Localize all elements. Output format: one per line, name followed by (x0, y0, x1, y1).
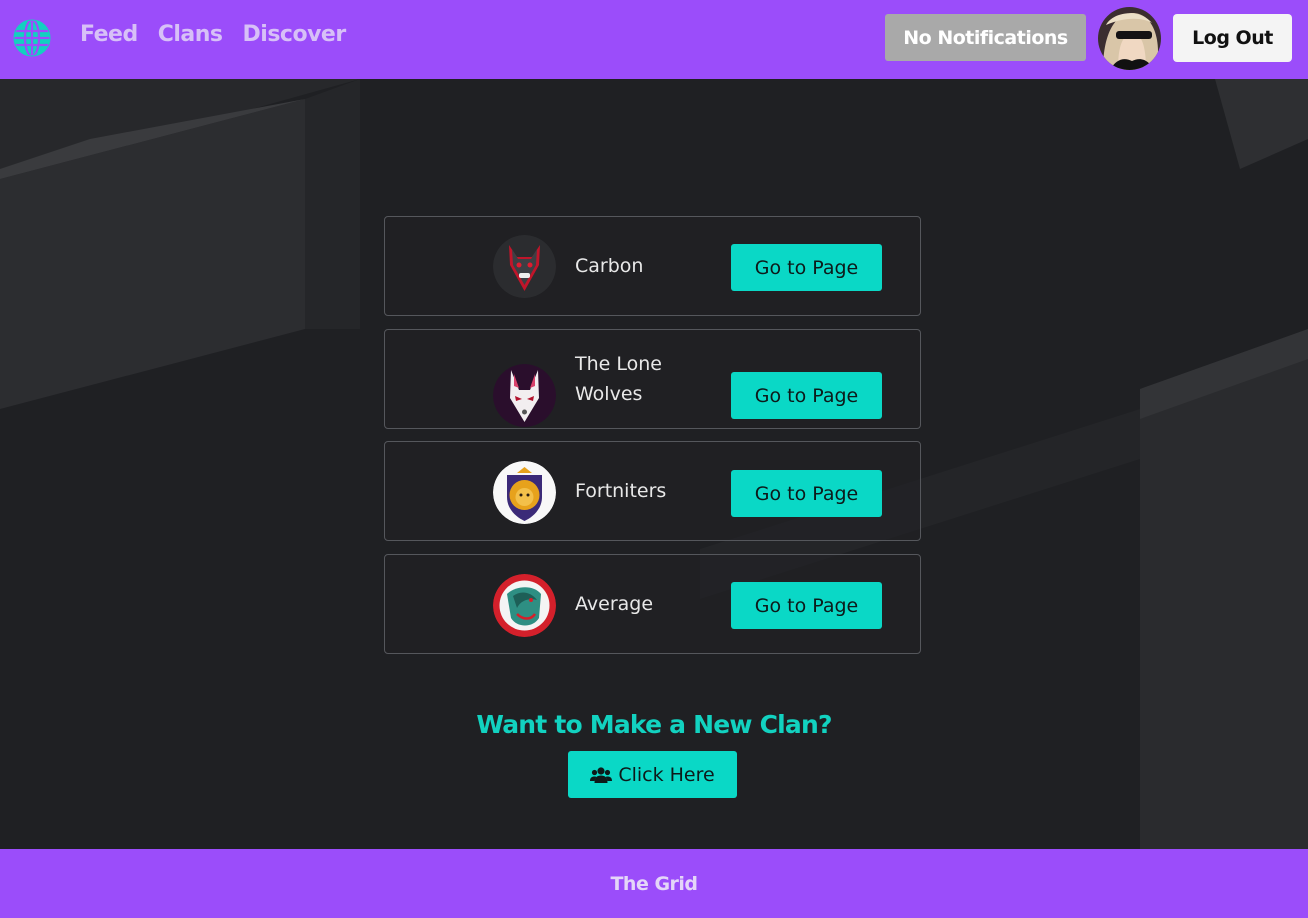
footer: The Grid (0, 849, 1308, 918)
nav-link-discover[interactable]: Discover (243, 22, 347, 47)
users-icon (590, 766, 613, 783)
clan-name: Fortniters (575, 480, 667, 502)
notifications-button[interactable]: No Notifications (885, 14, 1086, 61)
clan-name: The Lone Wolves (575, 353, 662, 405)
new-clan-heading: Want to Make a New Clan? (476, 710, 832, 739)
lion-emblem-icon (493, 461, 556, 524)
clan-card-average: Average Go to Page (384, 554, 921, 654)
dragon-emblem-icon (493, 574, 556, 637)
clan-card-carbon: Carbon Go to Page (384, 216, 921, 316)
logout-button[interactable]: Log Out (1173, 14, 1292, 62)
go-to-page-button[interactable]: Go to Page (731, 244, 882, 291)
nav-link-clans[interactable]: Clans (158, 22, 223, 47)
user-avatar-image (1098, 7, 1161, 70)
create-clan-button-label: Click Here (618, 763, 715, 786)
nav-links: Feed Clans Discover (80, 22, 346, 47)
create-clan-button[interactable]: Click Here (568, 751, 737, 798)
clan-name: Carbon (575, 255, 644, 277)
globe-logo-icon[interactable] (13, 19, 51, 57)
go-to-page-button[interactable]: Go to Page (731, 470, 882, 517)
wolf-emblem-icon (493, 235, 556, 298)
footer-brand: The Grid (610, 872, 698, 895)
avatar[interactable] (1098, 7, 1161, 70)
go-to-page-button[interactable]: Go to Page (731, 372, 882, 419)
fox-mask-emblem-icon (493, 364, 556, 427)
go-to-page-button[interactable]: Go to Page (731, 582, 882, 629)
clan-name: Average (575, 593, 654, 615)
nav-link-feed[interactable]: Feed (80, 22, 138, 47)
top-navbar: Feed Clans Discover No Notifications Log… (0, 0, 1308, 79)
clan-card-fortniters: Fortniters Go to Page (384, 441, 921, 541)
clan-card-the-lone-wolves: The Lone Wolves Go to Page (384, 329, 921, 429)
